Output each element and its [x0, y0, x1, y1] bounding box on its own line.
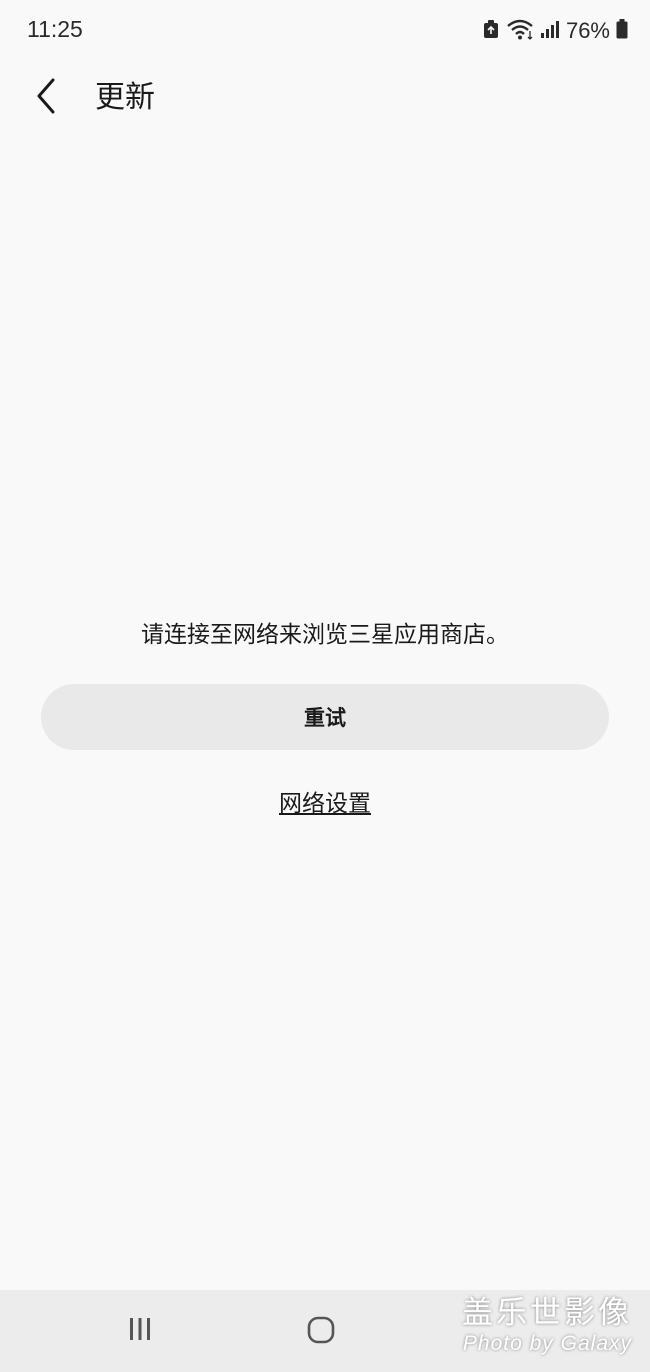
- offline-message: 请连接至网络来浏览三星应用商店。: [141, 622, 509, 648]
- battery-icon: [616, 19, 628, 43]
- watermark-title: 盖乐世影像: [462, 1295, 632, 1331]
- retry-button[interactable]: 重试: [41, 684, 609, 750]
- app-bar: 更新: [0, 62, 650, 142]
- recents-button[interactable]: [122, 1316, 158, 1346]
- home-icon: [306, 1315, 336, 1349]
- signal-icon: [540, 19, 560, 43]
- home-button[interactable]: [303, 1314, 339, 1350]
- recents-icon: [126, 1316, 154, 1346]
- watermark-subtitle: Photo by Galaxy: [462, 1332, 632, 1355]
- network-settings-container: 网络设置: [0, 786, 650, 822]
- network-settings-link[interactable]: 网络设置: [279, 791, 371, 817]
- page-title: 更新: [95, 80, 155, 115]
- back-button[interactable]: [22, 74, 70, 122]
- recycle-icon: [482, 19, 500, 43]
- status-bar: 11:25 76%: [0, 0, 650, 62]
- status-icons: 76%: [482, 16, 628, 46]
- status-time: 11:25: [27, 16, 83, 42]
- watermark: 盖乐世影像 Photo by Galaxy: [462, 1295, 632, 1355]
- wifi-icon: [506, 18, 534, 44]
- battery-percentage: 76%: [565, 18, 610, 43]
- chevron-left-icon: [35, 78, 57, 118]
